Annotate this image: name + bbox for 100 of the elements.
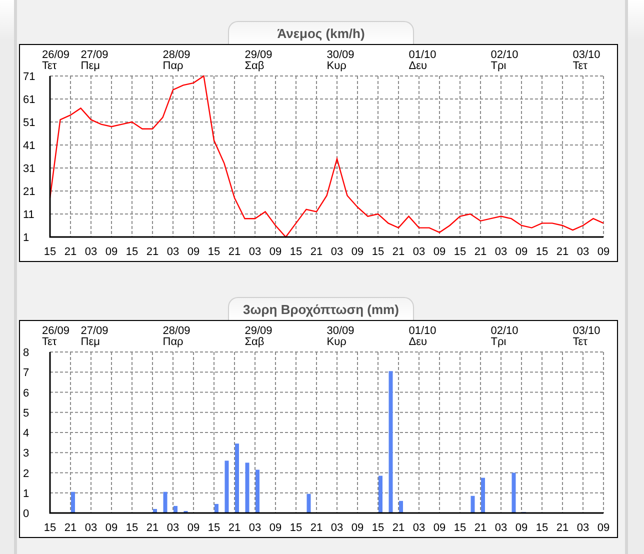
y-tick-label: 31 (22, 163, 35, 175)
weekday-label: Παρ (162, 336, 183, 348)
x-tick-label: 09 (514, 522, 528, 534)
y-tick-label: 4 (22, 428, 29, 440)
x-tick-label: 09 (350, 522, 364, 534)
weekday-label: Τετ (572, 336, 588, 348)
x-tick-label: 09 (268, 522, 282, 534)
x-tick-label: 03 (330, 246, 343, 258)
y-tick-label: 2 (22, 468, 29, 480)
x-tick-label: 09 (104, 246, 118, 258)
x-tick-label: 03 (494, 522, 507, 534)
weekday-label: Πεμ (80, 60, 100, 72)
x-tick-label: 21 (392, 246, 404, 258)
x-tick-label: 03 (494, 246, 507, 258)
date-label: 02/10 (490, 49, 518, 61)
weekday-label: Δευ (408, 60, 427, 72)
y-tick-label: 0 (22, 508, 29, 520)
weekday-label: Τρι (490, 336, 506, 348)
x-tick-label: 15 (125, 522, 138, 534)
y-tick-label: 6 (22, 387, 29, 400)
date-label: 01/10 (408, 325, 436, 337)
date-label: 30/09 (326, 49, 354, 61)
y-tick-label: 7 (22, 367, 29, 380)
x-tick-label: 21 (64, 246, 76, 258)
x-tick-label: 03 (330, 522, 343, 534)
y-tick-label: 11 (22, 209, 34, 221)
date-label: 27/09 (80, 325, 108, 337)
weekday-label: Δευ (408, 336, 427, 348)
x-tick-label: 03 (166, 246, 179, 258)
x-tick-label: 09 (432, 522, 446, 534)
weekday-label: Τρι (490, 60, 506, 72)
x-tick-label: 21 (146, 246, 158, 258)
date-label: 03/10 (572, 49, 600, 61)
x-tick-label: 03 (248, 522, 261, 534)
x-tick-label: 15 (535, 522, 548, 534)
date-label: 30/09 (326, 325, 354, 337)
x-tick-label: 21 (474, 522, 486, 534)
date-label: 26/09 (42, 325, 70, 337)
weekday-label: Σαβ (244, 336, 264, 348)
x-tick-label: 09 (104, 522, 118, 534)
date-label: 27/09 (80, 49, 108, 61)
date-label: 01/10 (408, 49, 436, 61)
weekday-label: Τετ (42, 336, 56, 348)
x-tick-label: 09 (268, 246, 282, 258)
x-tick-label: 15 (453, 522, 466, 534)
x-tick-label: 15 (289, 522, 302, 534)
x-tick-label: 09 (596, 246, 610, 258)
x-tick-label: 21 (392, 522, 404, 534)
x-tick-label: 09 (514, 246, 528, 258)
x-tick-label: 03 (576, 522, 589, 534)
x-tick-label: 21 (556, 246, 568, 258)
y-tick-label: 61 (22, 94, 35, 106)
x-tick-label: 09 (350, 246, 364, 258)
x-tick-label: 09 (186, 522, 200, 534)
x-tick-label: 03 (576, 246, 589, 258)
y-tick-label: 1 (22, 488, 29, 500)
x-tick-label: 15 (535, 246, 548, 258)
x-tick-label: 21 (310, 522, 322, 534)
weekday-label: Τετ (42, 60, 56, 72)
x-tick-label: 15 (371, 246, 384, 258)
y-tick-label: 8 (22, 347, 29, 359)
weekday-label: Σαβ (244, 60, 264, 72)
date-label: 03/10 (572, 325, 600, 337)
x-tick-label: 03 (248, 246, 261, 258)
x-tick-label: 09 (596, 522, 610, 534)
x-tick-label: 21 (228, 522, 240, 534)
date-label: 29/09 (244, 325, 272, 337)
x-tick-label: 15 (43, 522, 56, 534)
x-tick-label: 09 (186, 246, 200, 258)
x-tick-label: 15 (207, 522, 220, 534)
weekday-label: Πεμ (80, 336, 100, 348)
x-tick-label: 15 (289, 246, 302, 258)
x-tick-label: 15 (453, 246, 466, 258)
x-tick-label: 03 (84, 522, 97, 534)
x-tick-label: 21 (474, 246, 486, 258)
date-label: 28/09 (162, 325, 190, 337)
y-tick-label: 21 (22, 186, 35, 198)
y-tick-label: 1 (22, 232, 29, 244)
x-tick-label: 21 (146, 522, 158, 534)
x-tick-label: 21 (556, 522, 568, 534)
weekday-label: Παρ (162, 60, 183, 72)
weekday-label: Τετ (572, 60, 588, 72)
y-tick-label: 41 (22, 140, 35, 152)
x-tick-label: 21 (228, 246, 240, 258)
x-tick-label: 03 (412, 522, 425, 534)
x-tick-label: 03 (84, 246, 97, 258)
y-tick-label: 71 (22, 71, 35, 83)
y-tick-label: 51 (22, 117, 35, 129)
x-tick-label: 15 (207, 246, 220, 258)
date-label: 29/09 (244, 49, 272, 61)
y-tick-label: 5 (22, 407, 29, 420)
x-tick-label: 03 (412, 246, 425, 258)
x-tick-label: 03 (166, 522, 179, 534)
date-label: 28/09 (162, 49, 190, 61)
x-tick-label: 15 (371, 522, 384, 534)
x-tick-label: 15 (43, 246, 56, 258)
weekday-label: Κυρ (326, 60, 346, 72)
date-label: 26/09 (42, 49, 70, 61)
weekday-label: Κυρ (326, 336, 346, 348)
date-label: 02/10 (490, 325, 518, 337)
